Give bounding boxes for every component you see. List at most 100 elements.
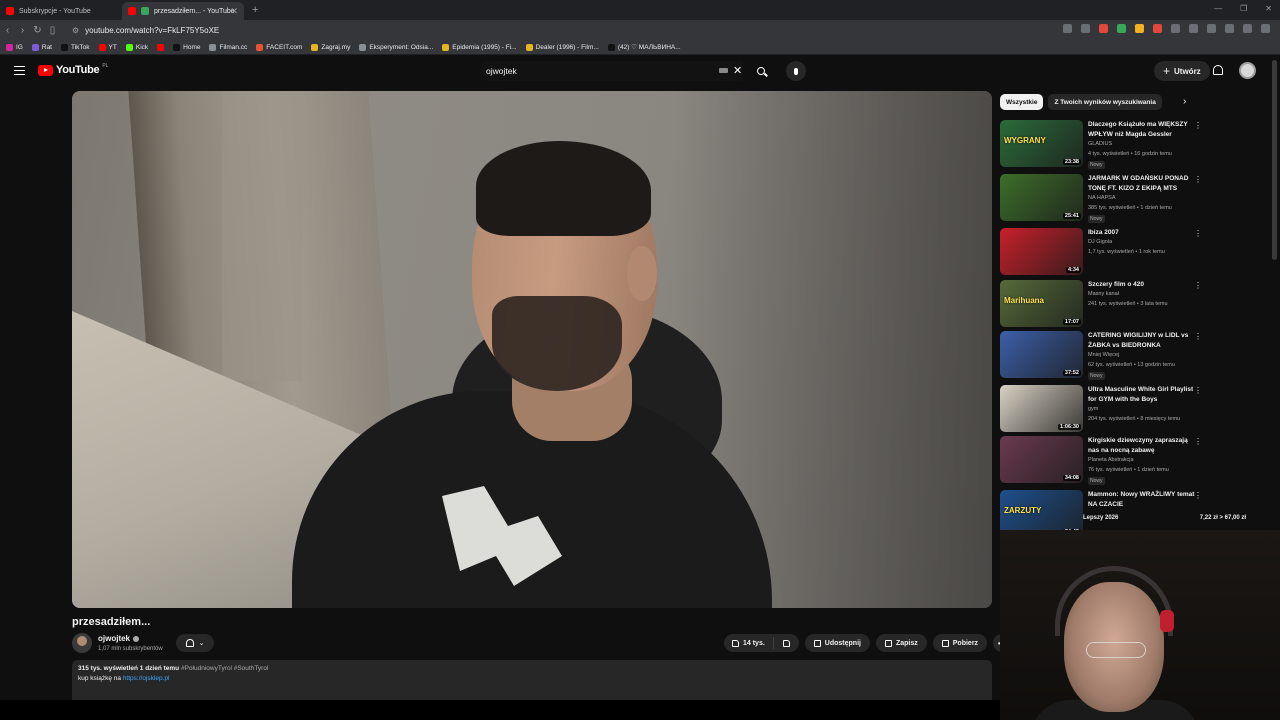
bookmark-item[interactable]: Filman.cc <box>209 43 247 51</box>
video-thumbnail[interactable]: 1:06:30 <box>1000 385 1083 432</box>
recommended-channel[interactable]: NA HAPSA <box>1088 195 1116 201</box>
bookmark-item[interactable]: Kick <box>125 43 148 51</box>
extension-icon[interactable] <box>1153 24 1162 33</box>
recommended-channel[interactable]: GLADIUS <box>1088 141 1112 147</box>
more-options-icon[interactable]: ⋮ <box>1194 121 1202 130</box>
search-field[interactable] <box>479 61 743 81</box>
extensions-icon[interactable] <box>1207 24 1216 33</box>
recommended-title[interactable]: JARMARK W GDAŃSKU PONAD TONĘ FT. KIZO Z … <box>1088 174 1200 193</box>
recommended-video[interactable]: 1:06:30 Ultra Masculine White Girl Playli… <box>1000 385 1205 435</box>
bookmark-item[interactable]: Dealer (1996) - Film... <box>525 43 599 51</box>
more-options-icon[interactable]: ⋮ <box>1194 386 1202 395</box>
bookmark-item[interactable]: Rat <box>31 43 52 51</box>
search-input[interactable] <box>486 66 686 76</box>
recommended-channel[interactable]: DJ Gigola <box>1088 239 1112 245</box>
bookmark-item[interactable]: Eksperyment: Odsia... <box>359 43 433 51</box>
channel-avatar[interactable] <box>72 633 92 653</box>
bookmark-item[interactable] <box>157 43 165 51</box>
bookmark-item[interactable]: YT <box>98 43 117 51</box>
chevron-right-icon[interactable]: › <box>1183 96 1186 107</box>
menu-icon[interactable] <box>14 66 25 75</box>
recommended-video[interactable]: 4:34 Ibiza 2007 DJ Gigola 1,7 tys. wyświetl… <box>1000 228 1205 278</box>
tab-close-icon[interactable]: ✕ <box>230 6 238 17</box>
new-tab-icon[interactable]: + <box>252 4 258 16</box>
video-thumbnail[interactable]: 37:52 <box>1000 331 1083 378</box>
more-options-icon[interactable]: ⋮ <box>1194 175 1202 184</box>
more-options-icon[interactable]: ⋮ <box>1194 437 1202 446</box>
share-button[interactable]: Udostępnij <box>804 634 870 652</box>
hashtags[interactable]: #PołudniowyTyrol #SouthTyrol <box>181 665 268 672</box>
video-thumbnail[interactable]: Marihuana 17:07 <box>1000 280 1083 327</box>
recommended-channel[interactable]: Mniej Więcej <box>1088 352 1119 358</box>
recommended-title[interactable]: Ultra Masculine White Girl Playlist for … <box>1088 385 1200 404</box>
recommended-video[interactable]: 34:08 Kirgiskie dziewczyny zapraszają nas… <box>1000 436 1205 486</box>
bookmark-item[interactable]: TikTok <box>61 43 90 51</box>
notifications-icon[interactable] <box>1213 65 1223 75</box>
reload-icon[interactable]: ↻ <box>30 25 45 36</box>
more-options-icon[interactable]: ⋮ <box>1194 229 1202 238</box>
video-thumbnail[interactable]: WYGRANY 23:38 <box>1000 120 1083 167</box>
browser-tab-subscriptions[interactable]: Subskrypcje - YouTube <box>0 2 122 20</box>
youtube-logo[interactable]: YouTube PL <box>38 63 108 76</box>
bookmark-item[interactable]: IG <box>6 43 23 51</box>
download-icon[interactable] <box>1189 24 1198 33</box>
extension-icon[interactable] <box>1171 24 1180 33</box>
shop-link[interactable]: https://ojsklep.pl <box>123 675 170 682</box>
link-icon[interactable] <box>1225 24 1234 33</box>
maximize-icon[interactable]: ❐ <box>1240 4 1247 13</box>
bookmark-item[interactable]: Epidemia (1995) - Fi... <box>442 43 517 51</box>
recommended-title[interactable]: Mammon: Nowy WRAŻLIWY temat NA CZACIE <box>1088 490 1200 509</box>
recommended-title[interactable]: Kirgiskie dziewczyny zapraszają nas na n… <box>1088 436 1200 455</box>
browser-tab-video[interactable]: przesadziłem... - YouTube ✕ <box>122 2 244 20</box>
video-player[interactable] <box>72 91 992 608</box>
bookmark-icon[interactable]: ▯ <box>45 25 60 36</box>
recommended-channel[interactable]: gym <box>1088 406 1098 412</box>
dislike-button[interactable] <box>774 639 799 647</box>
recommended-video[interactable]: 25:41 JARMARK W GDAŃSKU PONAD TONĘ FT. KI… <box>1000 174 1205 224</box>
more-options-icon[interactable]: ⋮ <box>1194 281 1202 290</box>
recommended-channel[interactable]: Masny kanał <box>1088 291 1119 297</box>
recommended-channel[interactable]: Planeta Abstrakcja <box>1088 457 1134 463</box>
recommended-video[interactable]: WYGRANY 23:38 Dlaczego Książuło ma WIĘKSZY… <box>1000 120 1205 170</box>
extension-icon[interactable] <box>1117 24 1126 33</box>
menu-icon[interactable] <box>1261 24 1270 33</box>
keyboard-icon[interactable] <box>719 68 728 73</box>
extension-icon[interactable] <box>1135 24 1144 33</box>
bookmark-item[interactable]: FACEIT.com <box>256 43 302 51</box>
playlist-icon[interactable] <box>1243 24 1252 33</box>
forward-icon[interactable]: › <box>15 25 30 36</box>
close-window-icon[interactable]: ✕ <box>1265 4 1272 13</box>
page-scrollbar[interactable] <box>1272 60 1277 260</box>
chip-all[interactable]: Wszystkie <box>1000 94 1044 110</box>
chip-from-search[interactable]: Z Twoich wyników wyszukiwania <box>1048 94 1162 110</box>
recommended-video[interactable]: 37:52 CATERING WIGILIJNY w LIDL vs ŻABKA … <box>1000 331 1205 381</box>
address-bar[interactable]: ⚙ youtube.com/watch?v=FkLF75Y5oXE <box>66 22 1096 38</box>
brave-shield-icon[interactable] <box>1099 24 1108 33</box>
create-button[interactable]: + Utwórz <box>1154 61 1210 81</box>
bookmark-item[interactable]: Zagraj.my <box>311 43 350 51</box>
subscribed-notifications-button[interactable]: ⌄ <box>176 634 214 652</box>
voice-search-button[interactable] <box>786 61 806 81</box>
bookmark-item[interactable]: (42) ♡ МАЛЬВИНА... <box>607 43 681 51</box>
cast-icon[interactable] <box>1063 24 1072 33</box>
recommended-title[interactable]: Ibiza 2007 <box>1088 228 1200 238</box>
site-info-icon[interactable]: ⚙ <box>72 26 79 35</box>
more-options-icon[interactable]: ⋮ <box>1194 491 1202 500</box>
channel-name-row[interactable]: ojwojtek <box>98 634 140 643</box>
video-thumbnail[interactable]: 4:34 <box>1000 228 1083 275</box>
account-avatar[interactable] <box>1239 62 1256 79</box>
recommended-title[interactable]: Dlaczego Książuło ma WIĘKSZY WPŁYW niż M… <box>1088 120 1200 139</box>
recommended-title[interactable]: CATERING WIGILIJNY w LIDL vs ŻABKA vs BI… <box>1088 331 1200 350</box>
save-button[interactable]: Zapisz <box>875 634 927 652</box>
minimize-icon[interactable]: — <box>1214 4 1222 13</box>
search-button[interactable] <box>747 61 775 81</box>
bookmark-item[interactable]: Home <box>173 43 200 51</box>
back-icon[interactable]: ‹ <box>0 25 15 36</box>
like-button[interactable]: 14 tys. <box>724 637 774 649</box>
video-description[interactable]: 315 tys. wyświetleń 1 dzień temu #Połudn… <box>72 660 992 705</box>
clear-search-icon[interactable]: ✕ <box>733 64 742 77</box>
share-icon[interactable] <box>1081 24 1090 33</box>
more-options-icon[interactable]: ⋮ <box>1194 332 1202 341</box>
recommended-video[interactable]: Marihuana 17:07 Szczery film o 420 Masny ka… <box>1000 280 1205 330</box>
video-thumbnail[interactable]: 25:41 <box>1000 174 1083 221</box>
